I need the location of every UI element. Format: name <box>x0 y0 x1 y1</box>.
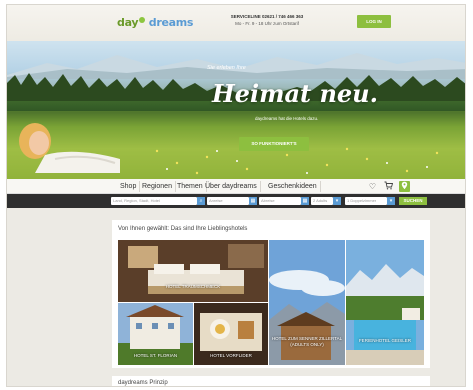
service-hours: Mo - Fr. 9 - 18 Uhr zum Ortstarif <box>235 21 299 26</box>
main-content: Von Ihnen gewählt: Das sind Ihre Lieblin… <box>7 208 465 386</box>
adults-select[interactable]: 2 Adults <box>311 197 333 205</box>
hero-title: Heimat neu. <box>212 79 378 108</box>
nav-item-geschenkideen[interactable]: Geschenkideen <box>265 181 321 192</box>
hotel-tile-st-florian[interactable]: HOTEL ST. FLORIAN <box>118 303 193 365</box>
section-title: Von Ihnen gewählt: Das sind Ihre Lieblin… <box>118 226 248 232</box>
site-header: day dreams SERVICELINE 02621 / 746 466 3… <box>7 5 465 41</box>
calendar-icon[interactable]: ▦ <box>301 197 309 205</box>
hotel-room-photo <box>118 240 268 302</box>
hotel-name-label: HOTEL ZUM SENNER ZILLERTAL (ADULTS ONLY) <box>271 336 343 347</box>
hero-subtitle: Sie erleben Ihre <box>207 65 246 71</box>
section-title: daydreams Prinzip <box>118 380 168 386</box>
daydreams-logo[interactable]: day dreams <box>117 16 193 29</box>
hotel-name-label: HOTEL VORFLIDER <box>210 353 252 358</box>
hero-tagline: daydreams hat die Hotels dazu. <box>255 116 319 121</box>
logo-dot-icon <box>139 17 146 23</box>
hero-banner: Sie erleben Ihre Heimat neu. daydreams h… <box>7 41 465 179</box>
service-line: SERVICELINE 02621 / 746 466 363 Mo - Fr.… <box>207 13 327 27</box>
main-navigation: Shop Regionen Themen Über daydreams Gesc… <box>7 179 465 194</box>
hotel-name-label: HOTEL ST. FLORIAN <box>133 353 178 358</box>
calendar-icon[interactable]: ▦ <box>249 197 257 205</box>
daydreams-principle-section: daydreams Prinzip <box>112 376 430 386</box>
chevron-down-icon[interactable]: ▾ <box>333 197 341 205</box>
hotel-tile-vorflider[interactable]: HOTEL VORFLIDER <box>194 303 268 365</box>
room-type-select[interactable]: 1 Doppelzimmer <box>345 197 387 205</box>
browser-page: day dreams SERVICELINE 02621 / 746 466 3… <box>6 4 466 387</box>
chevron-down-icon[interactable]: ▾ <box>387 197 395 205</box>
hotel-search-bar: Land, Region, Stadt, Hotel ⌕ Anreise ▦ A… <box>7 194 465 208</box>
arrival-date-input[interactable]: Anreise <box>207 197 249 205</box>
nav-item-about[interactable]: Über daydreams <box>202 181 261 192</box>
hotel-tile-zum-senner[interactable]: HOTEL ZUM SENNER ZILLERTAL (ADULTS ONLY) <box>269 240 345 365</box>
hotel-tile-ferienhotel-geisler[interactable]: FERIENHOTEL GEISLER <box>346 240 424 365</box>
departure-date-input[interactable]: Abreise <box>259 197 301 205</box>
pool-mountain-photo <box>346 240 424 365</box>
nav-item-regionen[interactable]: Regionen <box>139 181 176 192</box>
service-phone: SERVICELINE 02621 / 746 466 363 <box>230 14 304 19</box>
destination-input[interactable]: Land, Region, Stadt, Hotel <box>111 197 197 205</box>
search-submit-button[interactable]: SUCHEN <box>399 197 427 205</box>
cart-icon[interactable] <box>383 181 394 192</box>
hotel-name-label: FERIENHOTEL GEISLER <box>358 338 412 343</box>
hotel-name-label: HOTEL TRAUMSCHMECK <box>165 284 221 289</box>
heart-icon[interactable]: ♡ <box>367 181 378 192</box>
woman-in-meadow-photo <box>19 123 120 173</box>
location-pin-icon[interactable] <box>399 181 410 192</box>
nav-item-shop[interactable]: Shop <box>117 181 141 192</box>
favorite-hotels-section: Von Ihnen gewählt: Das sind Ihre Lieblin… <box>112 220 430 368</box>
login-button[interactable]: LOG IN <box>357 15 391 28</box>
how-it-works-button[interactable]: SO FUNKTIONIERT'S <box>239 137 309 151</box>
hotel-tile-traumschmeck[interactable]: HOTEL TRAUMSCHMECK <box>118 240 268 302</box>
search-icon[interactable]: ⌕ <box>197 197 205 205</box>
